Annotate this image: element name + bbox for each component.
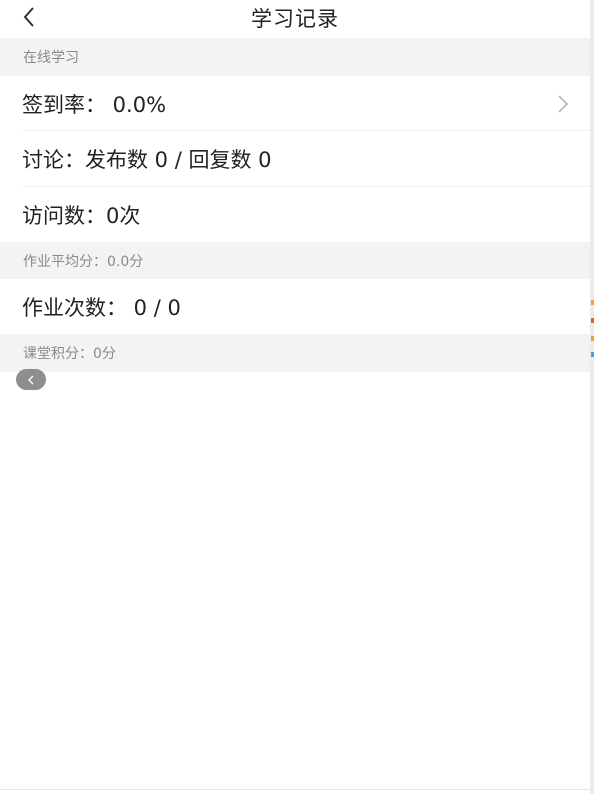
background-window-edge — [590, 0, 594, 794]
section-header-online: 在线学习 — [0, 38, 590, 76]
discussion-row: 讨论：发布数 0 / 回复数 0 — [0, 131, 590, 187]
homework-count-text: 作业次数： 0 / 0 — [22, 295, 181, 320]
page-title: 学习记录 — [251, 7, 339, 31]
screen: 学习记录 在线学习 签到率： 0.0% 讨论：发布数 0 / 回复数 0 访问数… — [0, 0, 590, 794]
nav-bar: 学习记录 — [0, 0, 590, 38]
section-header-homework-average: 作业平均分：0.0分 — [0, 242, 590, 279]
checkin-rate-text: 签到率： 0.0% — [22, 92, 167, 117]
discussion-text: 讨论：发布数 0 / 回复数 0 — [22, 148, 272, 172]
bottom-divider — [0, 789, 590, 790]
section-header-class-points: 课堂积分：0分 — [0, 334, 590, 372]
visits-text: 访问数：0次 — [22, 203, 141, 228]
chevron-left-icon — [28, 375, 34, 384]
checkin-rate-row[interactable]: 签到率： 0.0% — [0, 76, 590, 131]
visits-row: 访问数：0次 — [0, 187, 590, 242]
homework-count-row: 作业次数： 0 / 0 — [0, 279, 590, 334]
floating-back-button[interactable] — [16, 369, 46, 390]
chevron-right-icon — [558, 94, 569, 113]
